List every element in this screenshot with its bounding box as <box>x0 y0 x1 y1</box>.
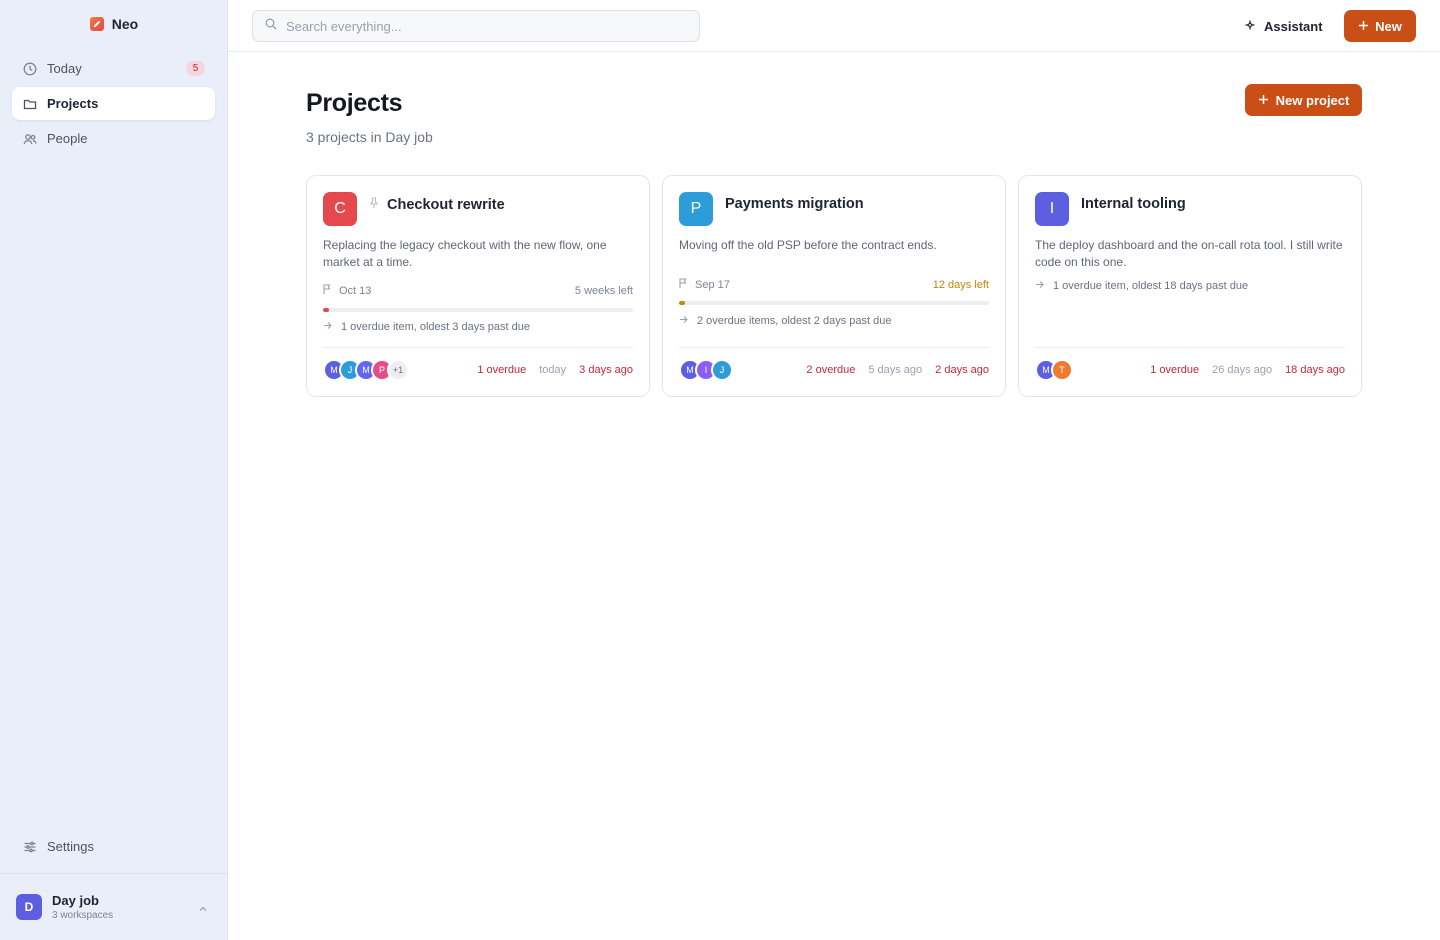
sidebar-item-today[interactable]: Today 5 <box>12 52 215 85</box>
progress-fill <box>679 301 686 305</box>
member-avatars: M J M P +1 <box>323 359 409 381</box>
project-avatar: C <box>323 192 357 226</box>
project-name: Checkout rewrite <box>387 197 505 213</box>
progress-bar <box>323 308 633 312</box>
chevron-up-icon <box>198 901 208 919</box>
project-name: Internal tooling <box>1081 196 1186 212</box>
divider <box>0 873 228 874</box>
project-description: The deploy dashboard and the on-call rot… <box>1035 238 1343 269</box>
page-subtitle: 3 projects in Day job <box>306 129 433 145</box>
card-footer: M I J 2 overdue 5 days ago 2 days ago <box>679 358 989 382</box>
new-label: New <box>1375 18 1402 34</box>
flag-icon <box>323 284 331 297</box>
last-activity: 2 days ago <box>935 364 989 376</box>
search-box[interactable] <box>252 10 700 42</box>
arrow-right-icon <box>323 321 332 333</box>
sidebar-item-label: People <box>47 131 88 146</box>
due-row: Sep 17 12 days left <box>679 278 989 291</box>
overdue-note-text: 1 overdue item, oldest 3 days past due <box>341 321 530 333</box>
overdue-count: 1 overdue <box>477 364 527 376</box>
workspace-switcher[interactable]: D Day job 3 workspaces <box>16 887 216 927</box>
member-avatars: M I J <box>679 359 733 381</box>
project-description: Replacing the legacy checkout with the n… <box>323 238 607 269</box>
project-card-checkout-rewrite[interactable]: C Checkout rewrite Replacing the legacy … <box>306 175 650 397</box>
project-card-internal-tooling[interactable]: I Internal tooling The deploy dashboard … <box>1018 175 1362 397</box>
last-activity: 3 days ago <box>579 364 633 376</box>
sidebar: Neo Today 5 Projects People Settings D D… <box>0 0 228 940</box>
divider <box>679 347 989 348</box>
overdue-count: 2 overdue <box>806 364 856 376</box>
topbar: Assistant New <box>228 0 1440 52</box>
divider <box>323 347 633 348</box>
settings-section: Settings <box>12 830 215 865</box>
progress-bar <box>679 301 989 305</box>
search-icon <box>265 17 277 35</box>
plus-icon <box>1258 93 1269 108</box>
overdue-count: 1 overdue <box>1150 364 1200 376</box>
project-avatar: I <box>1035 192 1069 226</box>
updated-time: 26 days ago <box>1212 364 1273 376</box>
flag-icon <box>679 278 687 291</box>
project-name: Payments migration <box>725 196 864 212</box>
sidebar-item-label: Projects <box>47 96 99 111</box>
neo-logo-icon <box>89 17 104 31</box>
time-left: 12 days left <box>932 278 989 291</box>
progress-fill <box>323 308 330 312</box>
workspace-name: Day job <box>52 893 99 908</box>
overdue-note: 1 overdue item, oldest 3 days past due <box>323 321 530 333</box>
sidebar-item-people[interactable]: People <box>12 122 215 155</box>
folder-icon <box>23 97 37 111</box>
plus-icon <box>1358 19 1369 34</box>
today-count-badge: 5 <box>186 61 205 76</box>
due-date: Sep 17 <box>695 278 730 291</box>
avatar: T <box>1051 359 1073 381</box>
arrow-right-icon <box>679 315 688 327</box>
sidebar-item-settings[interactable]: Settings <box>12 830 215 863</box>
workspace-count: 3 workspaces <box>52 910 114 921</box>
assistant-label: Assistant <box>1264 18 1323 34</box>
time-left: 5 weeks left <box>574 284 633 297</box>
updated-time: 5 days ago <box>868 364 923 376</box>
overdue-note: 2 overdue items, oldest 2 days past due <box>679 315 891 327</box>
new-button[interactable]: New <box>1344 10 1416 42</box>
project-description: Moving off the old PSP before the contra… <box>679 238 937 252</box>
overdue-note-text: 2 overdue items, oldest 2 days past due <box>697 315 892 327</box>
sidebar-item-projects[interactable]: Projects <box>12 87 215 120</box>
sidebar-nav: Today 5 Projects People <box>12 52 215 157</box>
card-footer: M T 1 overdue 26 days ago 18 days ago <box>1035 358 1345 382</box>
brand[interactable]: Neo <box>0 16 228 32</box>
divider <box>1035 347 1345 348</box>
project-card-payments-migration[interactable]: P Payments migration Moving off the old … <box>662 175 1006 397</box>
page-title: Projects <box>306 89 403 117</box>
last-activity: 18 days ago <box>1285 364 1345 376</box>
due-date: Oct 13 <box>339 284 372 297</box>
member-avatars: M T <box>1035 359 1073 381</box>
assistant-button[interactable]: Assistant <box>1244 14 1323 38</box>
arrow-right-icon <box>1035 280 1044 292</box>
sliders-icon <box>23 840 37 854</box>
app-name: Neo <box>111 16 139 32</box>
search-input[interactable] <box>286 18 686 34</box>
due-row: Oct 13 5 weeks left <box>323 284 633 297</box>
pin-icon <box>369 196 379 214</box>
overdue-note: 1 overdue item, oldest 18 days past due <box>1035 280 1248 292</box>
more-members-badge: +1 <box>387 359 409 381</box>
clock-icon <box>23 62 37 76</box>
new-project-button[interactable]: New project <box>1245 84 1362 116</box>
updated-time: today <box>539 364 567 376</box>
sidebar-item-label: Settings <box>47 839 94 854</box>
project-avatar: P <box>679 192 713 226</box>
sparkle-icon <box>1244 19 1256 34</box>
overdue-note-text: 1 overdue item, oldest 18 days past due <box>1053 280 1249 292</box>
workspace-avatar: D <box>16 894 42 920</box>
card-footer: M J M P +1 1 overdue today 3 days ago <box>323 358 633 382</box>
new-project-label: New project <box>1275 92 1350 108</box>
avatar: J <box>711 359 733 381</box>
people-icon <box>23 132 37 146</box>
sidebar-item-label: Today <box>47 61 82 76</box>
